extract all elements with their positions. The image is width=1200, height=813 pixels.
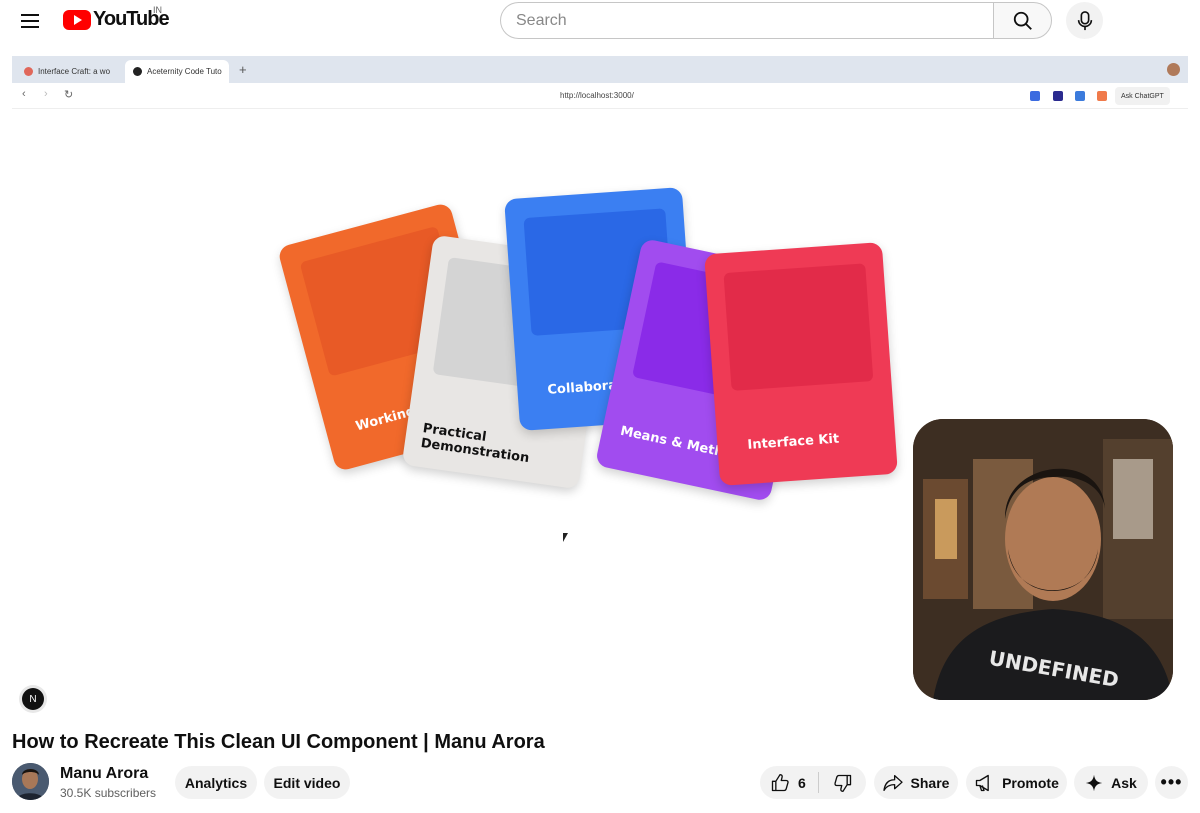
extension-icon bbox=[1053, 91, 1063, 101]
favicon-icon bbox=[133, 67, 142, 76]
like-dislike-bar: 6 bbox=[760, 766, 866, 799]
card-image bbox=[723, 263, 874, 391]
search-button[interactable] bbox=[993, 2, 1052, 39]
share-label: Share bbox=[910, 774, 950, 791]
share-icon bbox=[882, 774, 903, 792]
search-icon bbox=[1013, 11, 1032, 30]
ask-label: Ask bbox=[1111, 774, 1137, 791]
country-code: IN bbox=[153, 5, 162, 15]
youtube-logo[interactable]: YouTube IN bbox=[63, 5, 170, 31]
microphone-icon bbox=[1077, 10, 1092, 30]
browser-tab-aceternity: Aceternity Code Tuto bbox=[125, 60, 229, 83]
browser-address-bar: ‹ › ↻ http://localhost:3000/ Ask ChatGPT bbox=[12, 83, 1188, 109]
ask-button[interactable]: Ask bbox=[1074, 766, 1148, 799]
hamburger-icon bbox=[21, 14, 39, 28]
reload-icon: ↻ bbox=[64, 89, 74, 101]
like-count: 6 bbox=[798, 774, 806, 791]
avatar-image bbox=[12, 763, 49, 800]
sparkle-icon bbox=[1085, 774, 1103, 792]
profile-avatar-icon bbox=[1167, 63, 1180, 76]
browser-tab-label: Aceternity Code Tuto bbox=[147, 67, 222, 76]
thumbs-down-icon bbox=[833, 774, 851, 792]
dislike-button[interactable] bbox=[819, 766, 866, 799]
card-interface-kit: Interface Kit bbox=[704, 242, 898, 486]
card-label: Interface Kit bbox=[747, 431, 840, 453]
search-input[interactable]: Search bbox=[500, 2, 994, 39]
promote-label: Promote bbox=[1002, 774, 1059, 791]
masthead: YouTube IN Search bbox=[0, 0, 1200, 42]
nextjs-badge-icon: N bbox=[22, 688, 44, 710]
back-icon: ‹ bbox=[22, 88, 26, 100]
ask-chatgpt-label: Ask ChatGPT bbox=[1115, 87, 1170, 105]
favicon-icon bbox=[24, 67, 33, 76]
guide-menu-button[interactable] bbox=[14, 6, 46, 36]
share-button[interactable]: Share bbox=[874, 766, 958, 799]
video-title: How to Recreate This Clean UI Component … bbox=[12, 731, 545, 753]
like-button[interactable]: 6 bbox=[760, 766, 818, 799]
extension-icon bbox=[1030, 91, 1040, 101]
webcam-overlay: UNDEFINED bbox=[913, 419, 1173, 700]
browser-tab-interface-craft: Interface Craft: a wo bbox=[16, 60, 120, 83]
new-tab-icon: + bbox=[239, 62, 247, 77]
extension-icon bbox=[1075, 91, 1085, 101]
presenter-image: UNDEFINED bbox=[913, 419, 1173, 700]
video-player[interactable]: Interface Craft: a wo Aceternity Code Tu… bbox=[12, 56, 1188, 719]
analytics-button[interactable]: Analytics bbox=[175, 766, 257, 799]
edit-video-button[interactable]: Edit video bbox=[264, 766, 350, 799]
browser-tab-strip: Interface Craft: a wo Aceternity Code Tu… bbox=[12, 56, 1188, 83]
forward-icon: › bbox=[44, 88, 48, 100]
browser-url: http://localhost:3000/ bbox=[560, 91, 634, 100]
mouse-cursor-icon bbox=[563, 533, 568, 542]
thumbs-up-icon bbox=[771, 773, 789, 791]
subscriber-count: 30.5K subscribers bbox=[60, 786, 157, 800]
megaphone-icon bbox=[974, 773, 994, 793]
extension-icon bbox=[1097, 91, 1107, 101]
voice-search-button[interactable] bbox=[1066, 2, 1103, 39]
channel-name[interactable]: Manu Arora bbox=[60, 765, 148, 783]
youtube-play-icon bbox=[63, 9, 91, 30]
card-label: Practical Demonstration bbox=[419, 421, 531, 467]
channel-avatar[interactable] bbox=[12, 763, 49, 800]
browser-tab-label: Interface Craft: a wo bbox=[38, 67, 111, 76]
more-actions-button[interactable]: ••• bbox=[1155, 766, 1188, 799]
promote-button[interactable]: Promote bbox=[966, 766, 1067, 799]
